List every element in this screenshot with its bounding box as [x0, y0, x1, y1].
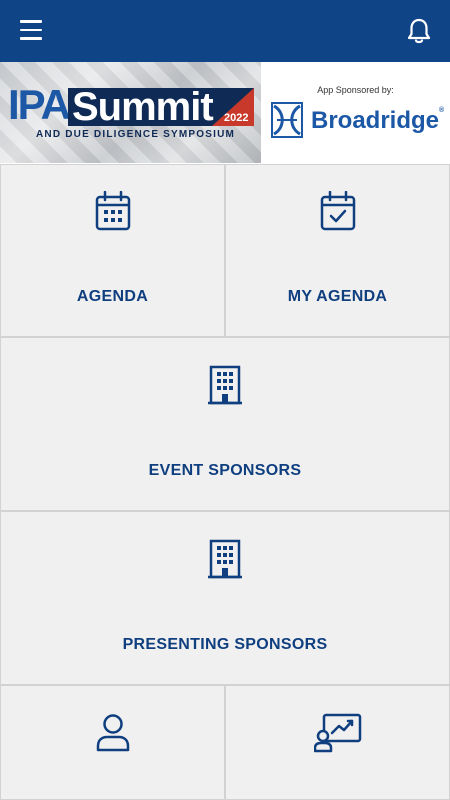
building-icon: [208, 539, 242, 579]
ipa-summit-logo: IPA Summit 2022 AND DUE DILIGENCE SYMPOS…: [0, 62, 261, 163]
tile-presenting-sponsors[interactable]: PRESENTING SPONSORS: [0, 511, 450, 685]
top-app-bar: [0, 0, 450, 62]
tile-event-sponsors[interactable]: EVENT SPONSORS: [0, 337, 450, 511]
hamburger-menu-icon[interactable]: [20, 20, 42, 40]
tile-label: AGENDA: [76, 288, 149, 305]
calendar-grid-icon: [95, 191, 130, 231]
tile-my-agenda[interactable]: MY AGENDA: [225, 164, 450, 337]
logo-summit-text: Summit: [72, 85, 214, 129]
logo-ipa-text: IPA: [8, 81, 71, 128]
logo-subtitle: AND DUE DILIGENCE SYMPOSIUM: [36, 129, 236, 140]
tile-label: PRESENTING SPONSORS: [122, 636, 328, 653]
tile-people[interactable]: [0, 685, 225, 800]
sponsor-name: Broadridge®: [311, 107, 445, 134]
tile-label: EVENT SPONSORS: [148, 462, 302, 479]
tile-agenda[interactable]: AGENDA: [0, 164, 225, 337]
tile-presenters[interactable]: [225, 685, 450, 800]
user-icon: [96, 714, 129, 752]
event-banner[interactable]: IPA Summit 2022 AND DUE DILIGENCE SYMPOS…: [0, 62, 450, 163]
tile-label: MY AGENDA: [287, 288, 388, 305]
logo-year: 2022: [224, 112, 249, 124]
building-icon: [208, 365, 242, 405]
bell-icon[interactable]: [406, 17, 432, 45]
presentation-chart-icon: [313, 713, 361, 753]
sponsor-logo: App Sponsored by: Broadridge®: [261, 62, 450, 163]
sponsor-caption: App Sponsored by:: [317, 85, 394, 95]
calendar-check-icon: [320, 191, 355, 231]
broadridge-logo-icon: [271, 102, 303, 138]
